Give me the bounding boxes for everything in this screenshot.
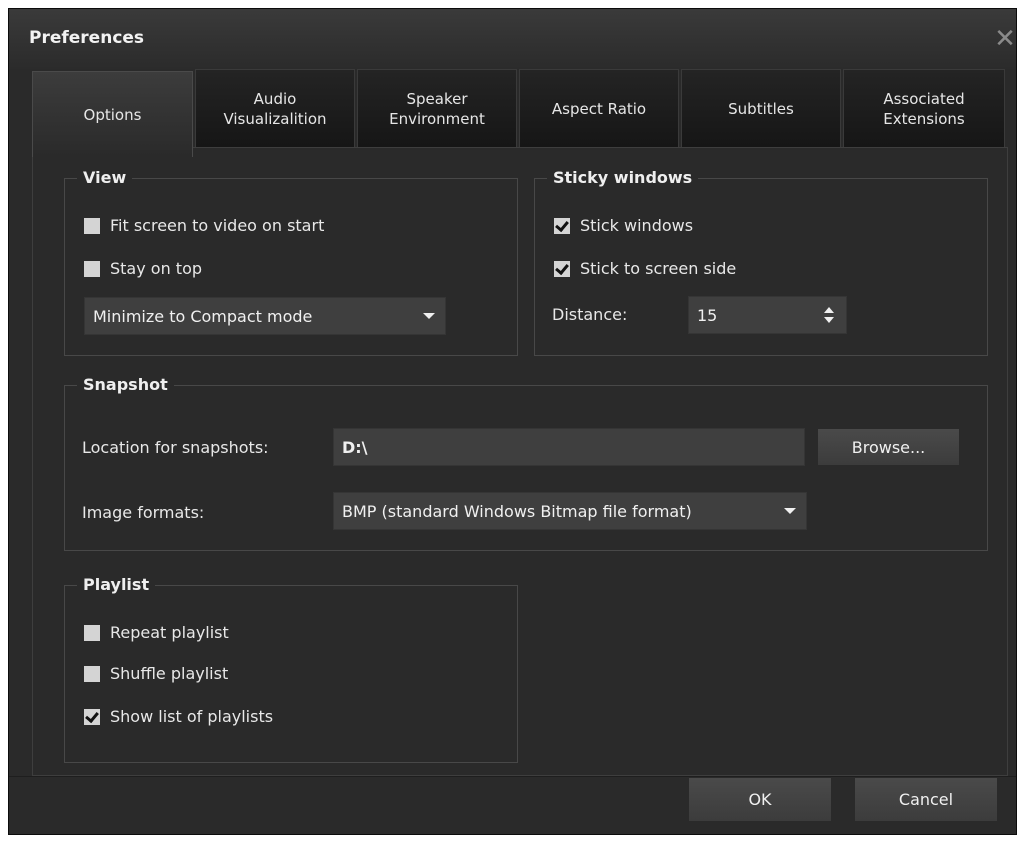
options-panel: View Fit screen to video on start Stay o… [32,147,1008,776]
stick-windows-label: Stick windows [580,216,694,235]
tab-subtitles[interactable]: Subtitles [681,69,841,147]
close-icon[interactable]: ✕ [994,26,1016,52]
tab-speaker-environment[interactable]: Speaker Environment [357,69,517,147]
tab-label: Speaker Environment [389,89,485,128]
tab-aspect-ratio[interactable]: Aspect Ratio [519,69,679,147]
tab-audio-visualization[interactable]: Audio Visualizalition [195,69,355,147]
stick-windows-checkbox[interactable] [554,217,570,234]
image-formats-label: Image formats: [82,503,205,522]
title-bar[interactable]: Preferences ✕ [9,9,1016,69]
spin-down-icon[interactable] [824,317,834,323]
distance-spinbox[interactable]: 15 [688,296,847,334]
ok-button[interactable]: OK [688,777,832,822]
fit-screen-checkbox[interactable] [84,217,100,234]
shuffle-playlist-label: Shuffle playlist [110,664,229,683]
tab-label: Aspect Ratio [551,99,647,118]
tab-label: Subtitles [728,99,794,118]
shuffle-playlist-checkbox-row[interactable]: Shuffle playlist [84,664,228,683]
image-formats-select[interactable]: BMP (standard Windows Bitmap file format… [333,492,807,530]
view-group-title: View [77,168,133,188]
tab-label: Associated Extensions [883,89,965,128]
playlist-group-title: Playlist [77,575,156,595]
stay-on-top-checkbox[interactable] [84,260,100,277]
fit-screen-label: Fit screen to video on start [110,216,325,235]
spin-up-icon[interactable] [824,307,834,313]
repeat-playlist-checkbox[interactable] [84,624,100,641]
location-input[interactable]: D:\ [333,428,805,466]
cancel-button[interactable]: Cancel [854,777,998,822]
playlist-group: Playlist Repeat playlist Shuffle playlis… [64,575,518,763]
distance-value: 15 [697,305,718,325]
sticky-windows-group: Sticky windows Stick windows Stick to sc… [534,168,988,356]
preferences-dialog: Preferences ✕ Options Audio Visualizalit… [8,8,1017,835]
location-label: Location for snapshots: [82,438,269,457]
show-playlists-checkbox-row[interactable]: Show list of playlists [84,707,273,726]
stick-windows-checkbox-row[interactable]: Stick windows [554,216,693,235]
repeat-playlist-label: Repeat playlist [110,623,229,642]
minimize-mode-value: Minimize to Compact mode [93,306,313,326]
distance-label: Distance: [552,305,628,324]
show-playlists-checkbox[interactable] [84,708,100,725]
location-value: D:\ [342,437,368,457]
image-formats-value: BMP (standard Windows Bitmap file format… [342,501,692,521]
minimize-mode-select[interactable]: Minimize to Compact mode [84,297,446,335]
repeat-playlist-checkbox-row[interactable]: Repeat playlist [84,623,229,642]
stick-screen-side-label: Stick to screen side [580,259,737,278]
stick-screen-side-checkbox[interactable] [554,260,570,277]
stay-on-top-label: Stay on top [110,259,203,278]
browse-button[interactable]: Browse... [817,428,960,466]
view-group: View Fit screen to video on start Stay o… [64,168,518,356]
sticky-windows-group-title: Sticky windows [547,168,699,188]
show-playlists-label: Show list of playlists [110,707,274,726]
snapshot-group-title: Snapshot [77,375,174,395]
chevron-down-icon [423,313,435,319]
window-title: Preferences [29,28,145,48]
stay-on-top-checkbox-row[interactable]: Stay on top [84,259,202,278]
shuffle-playlist-checkbox[interactable] [84,665,100,682]
tab-options[interactable]: Options [32,71,193,157]
chevron-down-icon [784,508,796,514]
tab-label: Audio Visualizalition [223,89,327,128]
snapshot-group: Snapshot Location for snapshots: D:\ Bro… [64,375,988,551]
tab-associated-extensions[interactable]: Associated Extensions [843,69,1005,147]
stick-screen-side-checkbox-row[interactable]: Stick to screen side [554,259,736,278]
fit-screen-checkbox-row[interactable]: Fit screen to video on start [84,216,324,235]
tab-label: Options [83,105,142,124]
